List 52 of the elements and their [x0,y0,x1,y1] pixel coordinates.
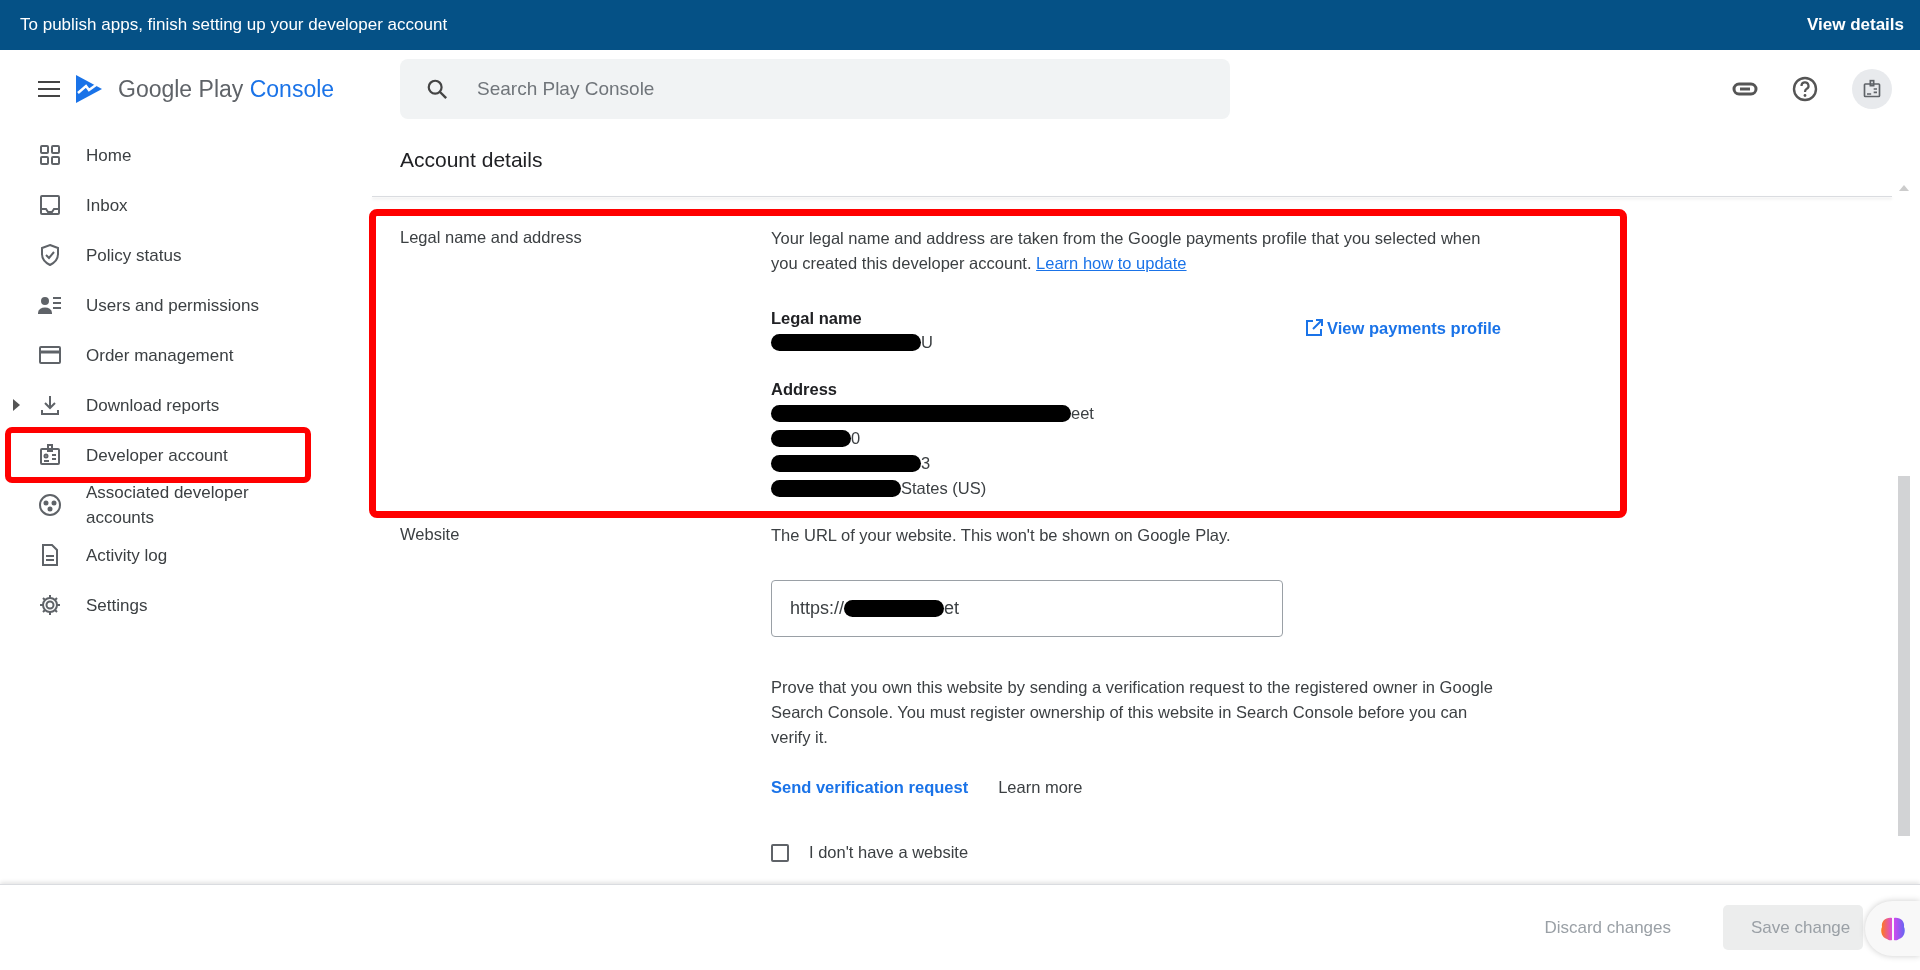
sidebar-item[interactable]: Settings [0,580,278,630]
page-title: Account details [400,148,544,173]
help-icon[interactable] [1792,76,1818,102]
search-field[interactable]: Search Play Console [400,59,1230,119]
sidebar-item[interactable]: Policy status [0,230,278,280]
view-payments-profile-link[interactable]: View payments profile [1305,316,1501,340]
banner-message: To publish apps, finish setting up your developer account [20,15,448,35]
address-line: 0 [851,429,861,448]
download-icon [38,393,62,417]
expand-caret-icon[interactable] [13,399,20,411]
sidebar-item[interactable]: Activity log [0,530,278,580]
checkbox[interactable] [771,843,789,862]
address-line: States (US) [901,479,987,498]
account-button[interactable] [1852,69,1892,109]
sidebar-item[interactable]: Inbox [0,180,278,230]
view-details-link[interactable]: View details [1807,15,1904,35]
address-line: 3 [921,454,931,473]
field-heading: Address [771,379,839,400]
circle-dots-icon [38,493,62,517]
verification-text: Prove that you own this website by sending a verification request to the registered owner in Google Search Console. You must register ownership of this website in Search Console before you can verify it. [771,677,1494,748]
card-icon [38,343,62,367]
checkbox-label: I don't have a website [809,843,969,862]
field-heading: Legal name [771,308,863,329]
grid-icon [38,143,62,167]
address-line: eet [1071,404,1094,423]
open-external-icon [1305,319,1324,337]
learn-how-link[interactable]: Learn how to update [1036,254,1187,272]
sidebar-item[interactable]: Download reports [0,380,278,430]
legal-description: Your legal name and address are taken from the Google payments profile that you selected when you created this developer account. Learn how to update [771,228,1482,274]
id-badge-icon [1862,79,1882,99]
website-description: The URL of your website. This won't be shown on Google Play. [771,525,1232,546]
section-label: Website [400,524,461,545]
sidebar-item[interactable]: Associated developer accounts [0,480,278,530]
link-icon[interactable] [1732,82,1758,96]
learn-more-link[interactable]: Learn more [998,778,1083,797]
id-badge-icon [38,443,62,467]
shield-icon [38,243,62,267]
scrollbar-thumb[interactable] [1898,476,1910,836]
app-logo-text: Google Play Console [118,75,335,103]
play-logo-icon [74,73,104,105]
legal-name-value: U [921,333,933,352]
send-verification-link[interactable]: Send verification request [771,778,969,797]
sidebar-item[interactable]: Home [0,130,278,180]
website-field[interactable]: https:// et [771,580,1283,637]
sidebar-item[interactable]: Users and permissions [0,280,278,330]
sidebar-item[interactable]: Order management [0,330,278,380]
sidebar-item[interactable]: Developer account [8,430,308,480]
assistant-button[interactable] [1865,901,1920,956]
settings-icon [38,593,62,617]
inbox-icon [38,193,62,217]
section-label: Legal name and address [400,227,583,248]
menu-icon[interactable] [38,81,60,97]
